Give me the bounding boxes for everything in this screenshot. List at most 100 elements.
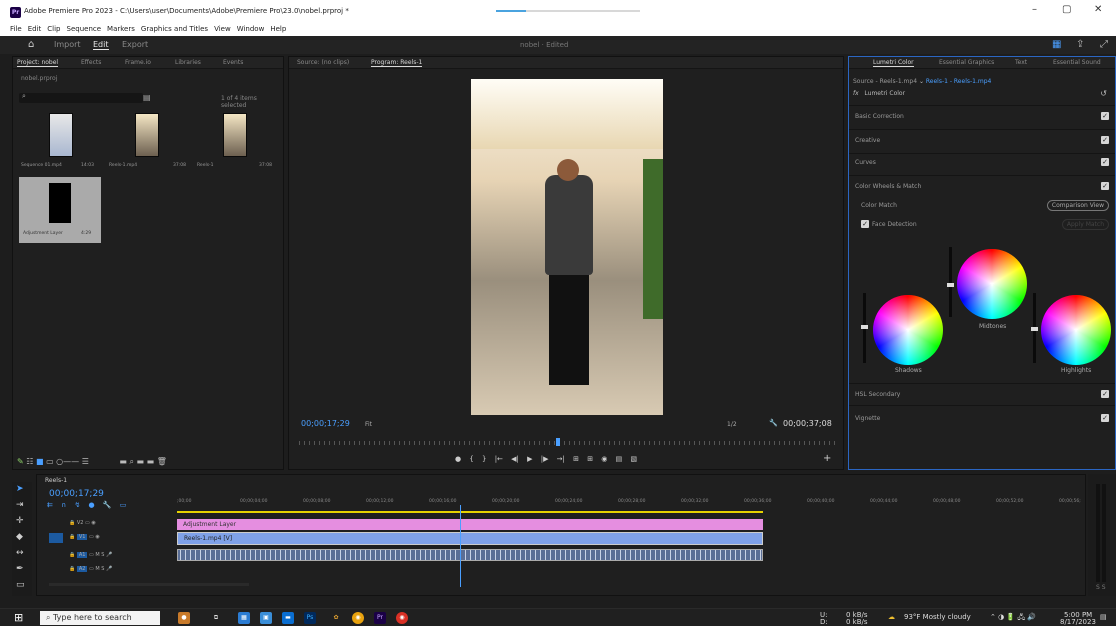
slip-icon[interactable]: ↔	[16, 548, 24, 558]
reset-icon[interactable]: ↺	[1100, 89, 1107, 98]
apply-match-button[interactable]: Apply Match	[1061, 219, 1109, 230]
task-view-icon[interactable]: ⧉	[210, 612, 222, 624]
midtones-wheel[interactable]: +	[957, 249, 1027, 319]
rectangle-icon[interactable]: ▭	[16, 580, 25, 590]
fullscreen-icon[interactable]: ⤢	[1100, 39, 1108, 50]
hsl-secondary-checkbox[interactable]: ✓	[1101, 390, 1109, 398]
menu-window[interactable]: Window	[237, 24, 265, 36]
home-icon[interactable]: ⌂	[28, 39, 34, 50]
program-scrubber[interactable]	[299, 438, 835, 446]
timeline-zoom-scrollbar[interactable]	[49, 583, 249, 586]
tab-libraries[interactable]: Libraries	[175, 59, 201, 66]
menu-help[interactable]: Help	[270, 24, 286, 36]
section-creative[interactable]: Creative	[855, 137, 880, 144]
sequence-tab[interactable]: Reels-1	[45, 477, 67, 484]
source-selector[interactable]: Source - Reels-1.mp4 ⌄ Reels-1 - Reels-1…	[853, 78, 991, 85]
bin-icon[interactable]: ▤	[143, 93, 151, 102]
highlights-wheel[interactable]: +	[1041, 295, 1111, 365]
tab-source[interactable]: Source: (no clips)	[297, 59, 349, 66]
section-vignette[interactable]: Vignette	[855, 415, 880, 422]
clip-reels-video[interactable]: Reels-1.mp4 [V]	[177, 532, 763, 545]
section-hsl-secondary[interactable]: HSL Secondary	[855, 391, 900, 398]
share-icon[interactable]: ⇪	[1076, 39, 1084, 50]
resolution-select[interactable]: 1/2	[727, 421, 737, 428]
section-color-wheels[interactable]: Color Wheels & Match	[855, 183, 921, 190]
tab-frameio[interactable]: Frame.io	[125, 59, 151, 66]
workspaces-icon[interactable]: ▦	[1052, 39, 1061, 50]
photoshop-icon[interactable]: Ps	[304, 612, 316, 624]
app-icon[interactable]: ✿	[330, 612, 342, 624]
weather-icon[interactable]: ☁	[888, 613, 895, 621]
effect-selector[interactable]: fx Lumetri Color	[853, 90, 1045, 99]
section-basic-correction[interactable]: Basic Correction	[855, 113, 904, 120]
menu-graphics[interactable]: Graphics and Titles	[141, 24, 208, 36]
maximize-icon[interactable]: ▢	[1062, 4, 1071, 15]
weather-text[interactable]: 93°F Mostly cloudy	[904, 613, 971, 621]
razor-icon[interactable]: ◆	[16, 532, 23, 542]
item-adjustment-layer[interactable]: Adjustment Layer 4:29	[19, 177, 101, 243]
curves-checkbox[interactable]: ✓	[1101, 158, 1109, 166]
face-detection-checkbox[interactable]: ✓	[861, 220, 869, 228]
tab-text[interactable]: Text	[1015, 59, 1027, 66]
tab-import[interactable]: Import	[54, 40, 81, 49]
program-playhead[interactable]	[556, 438, 561, 446]
add-button[interactable]: +	[823, 453, 831, 464]
selection-tool-icon[interactable]: ➤	[16, 484, 24, 494]
comparison-view-button[interactable]: Comparison View	[1046, 200, 1109, 211]
tab-events[interactable]: Events	[223, 59, 243, 66]
close-icon[interactable]: ✕	[1094, 4, 1102, 15]
app-icon[interactable]: ▣	[260, 612, 272, 624]
chrome-icon[interactable]: ◉	[396, 612, 408, 624]
program-timecode[interactable]: 00;00;17;29	[301, 419, 350, 428]
tab-export[interactable]: Export	[122, 40, 148, 49]
trash-icon[interactable]: 🗑	[157, 457, 167, 466]
vignette-checkbox[interactable]: ✓	[1101, 414, 1109, 422]
basic-correction-checkbox[interactable]: ✓	[1101, 112, 1109, 120]
widget-icon[interactable]: ●	[178, 612, 190, 624]
notifications-icon[interactable]: ▤	[1100, 613, 1107, 621]
tab-program[interactable]: Program: Reels-1	[371, 59, 423, 67]
minimize-icon[interactable]: –	[1032, 4, 1037, 15]
menu-clip[interactable]: Clip	[47, 24, 60, 36]
project-search-input[interactable]: ⌕	[19, 92, 143, 103]
menu-edit[interactable]: Edit	[28, 24, 42, 36]
color-wheels-checkbox[interactable]: ✓	[1101, 182, 1109, 190]
tab-project[interactable]: Project: nobel	[17, 59, 59, 67]
time-ruler[interactable]: ;00;00 00;00;04;00 00;00;08;00 00;00;12;00 0…	[177, 475, 1081, 515]
menu-markers[interactable]: Markers	[107, 24, 135, 36]
tab-effects[interactable]: Effects	[81, 59, 101, 66]
timeline-playhead[interactable]	[460, 505, 461, 587]
source-patch-v1[interactable]	[49, 533, 63, 543]
clip-adjustment-layer[interactable]: Adjustment Layer	[177, 519, 763, 530]
thumbnail-sequence01[interactable]	[49, 113, 73, 157]
tray-icons[interactable]: ⌃ ◑ 🔋 🖧 🔊	[990, 613, 1036, 624]
thumbnail-reels-mp4[interactable]	[135, 113, 159, 157]
fit-select[interactable]: Fit	[365, 421, 372, 428]
tab-essential-sound[interactable]: Essential Sound	[1053, 59, 1101, 66]
section-curves[interactable]: Curves	[855, 159, 876, 166]
new-bin-icon[interactable]: ▬	[119, 457, 127, 466]
tab-edit[interactable]: Edit	[93, 40, 109, 50]
windows-start-icon[interactable]: ⊞	[14, 611, 23, 624]
wrench-icon[interactable]: 🔧	[769, 419, 778, 427]
tab-essential-graphics[interactable]: Essential Graphics	[939, 59, 994, 66]
menu-sequence[interactable]: Sequence	[67, 24, 102, 36]
app-icon[interactable]: ▦	[238, 612, 250, 624]
timeline-tools[interactable]: ⇇ ∩ ↯ ● 🔧 ▭	[47, 501, 126, 509]
shadows-wheel[interactable]: +	[873, 295, 943, 365]
pen-icon[interactable]: ✒	[16, 564, 24, 574]
timeline-timecode[interactable]: 00;00;17;29	[49, 489, 104, 499]
clip-reels-audio[interactable]	[177, 549, 763, 561]
menu-file[interactable]: File	[10, 24, 22, 36]
ripple-edit-icon[interactable]: ✛	[16, 516, 24, 526]
thumbnail-reels-seq[interactable]	[223, 113, 247, 157]
work-area-bar[interactable]	[177, 511, 763, 513]
taskbar-search-input[interactable]: ⌕ Type here to search	[40, 611, 160, 625]
pencil-icon[interactable]: ✎	[17, 457, 24, 466]
menu-view[interactable]: View	[214, 24, 231, 36]
chrome-icon[interactable]: ◉	[352, 612, 364, 624]
tab-lumetri[interactable]: Lumetri Color	[873, 59, 914, 67]
store-icon[interactable]: ▬	[282, 612, 294, 624]
premiere-taskbar-icon[interactable]: Pr	[374, 612, 386, 624]
transport-controls[interactable]: ● { } |← ◀| ▶ |▶ →| ⊞ ⊞ ◉ ▤ ▧	[455, 455, 637, 463]
